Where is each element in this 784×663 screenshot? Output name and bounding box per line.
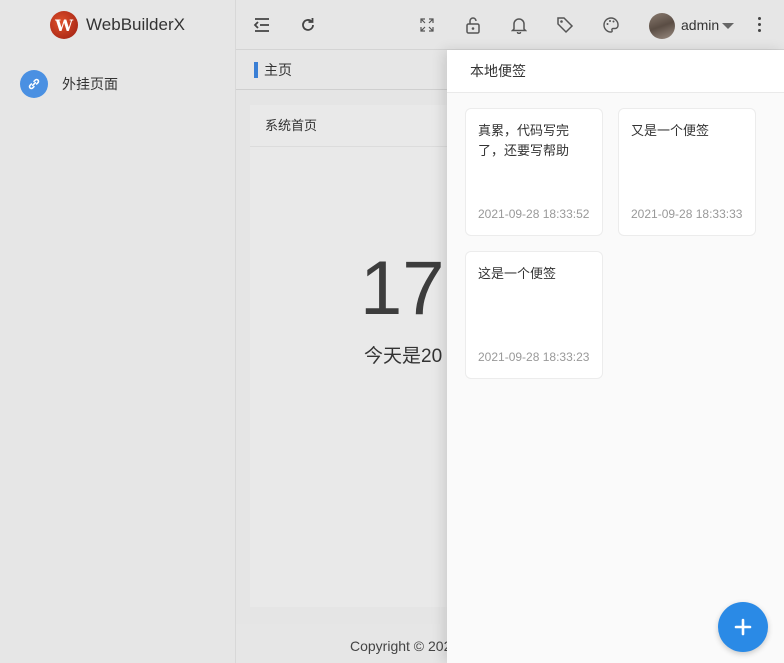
note-time: 2021-09-28 18:33:33 [631,207,743,221]
refresh-icon[interactable] [298,15,318,35]
lock-icon[interactable] [463,15,483,35]
more-vertical-icon[interactable] [754,17,764,32]
notes-panel-title: 本地便签 [447,50,784,93]
sidebar: W WebBuilderX 外挂页面 [0,0,236,663]
note-time: 2021-09-28 18:33:23 [478,350,590,364]
fullscreen-icon[interactable] [417,15,437,35]
tab-label: 主页 [264,62,292,78]
note-card[interactable]: 又是一个便签 2021-09-28 18:33:33 [618,108,756,236]
sidebar-item-external-page[interactable]: 外挂页面 [0,62,235,106]
app-title: WebBuilderX [86,15,185,34]
copyright-text: Copyright © 202 [350,638,452,654]
note-card[interactable]: 真累，代码写完了，还要写帮助 2021-09-28 18:33:52 [465,108,603,236]
top-header: admin [236,0,784,50]
note-card[interactable]: 这是一个便签 2021-09-28 18:33:23 [465,251,603,379]
note-text: 这是一个便签 [478,266,557,281]
link-icon [20,70,48,98]
add-note-button[interactable] [718,602,768,652]
logo[interactable]: W WebBuilderX [0,0,235,50]
active-tab-indicator [254,62,258,78]
palette-icon[interactable] [601,15,621,35]
avatar[interactable] [649,13,675,39]
today-text: 今天是20 [364,346,443,367]
date-day-number: 17 [360,246,445,331]
menu-collapse-icon[interactable] [252,15,272,35]
sidebar-item-label: 外挂页面 [62,76,118,92]
tag-icon[interactable] [555,15,575,35]
notes-drawer: 本地便签 真累，代码写完了，还要写帮助 2021-09-28 18:33:52 … [447,50,784,663]
note-text: 真累，代码写完了，还要写帮助 [478,123,570,158]
bell-icon[interactable] [509,15,529,35]
plus-icon [734,618,752,636]
note-text: 又是一个便签 [631,123,710,138]
note-time: 2021-09-28 18:33:52 [478,207,590,221]
logo-icon: W [50,11,79,39]
tab-home[interactable]: 主页 [254,61,292,79]
chevron-down-icon[interactable] [722,23,734,29]
user-name[interactable]: admin [681,17,719,33]
